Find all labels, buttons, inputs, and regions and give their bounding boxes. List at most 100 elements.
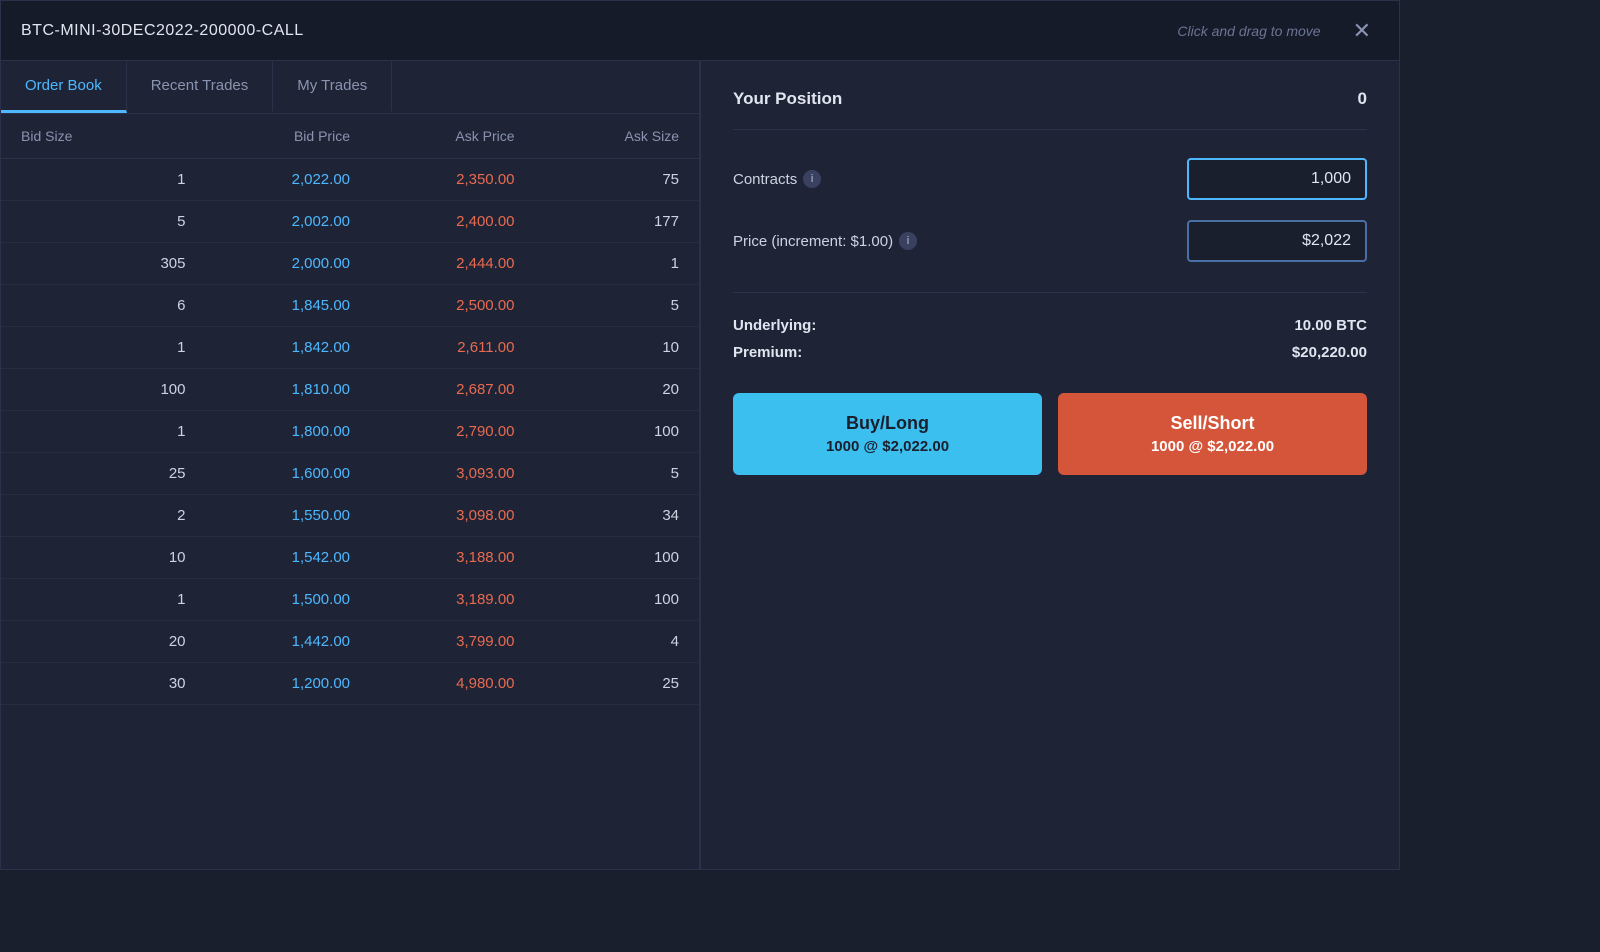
table-row[interactable]: 6 1,845.00 2,500.00 5 bbox=[1, 285, 699, 327]
tab-recent-trades[interactable]: Recent Trades bbox=[127, 61, 274, 113]
sell-button-label-sub: 1000 @ $2,022.00 bbox=[1074, 436, 1351, 457]
order-book-header: Bid Size Bid Price Ask Price Ask Size bbox=[1, 114, 699, 159]
buy-button-label-main: Buy/Long bbox=[749, 411, 1026, 436]
underlying-label: Underlying: bbox=[733, 317, 816, 334]
action-buttons: Buy/Long 1000 @ $2,022.00 Sell/Short 100… bbox=[733, 393, 1367, 475]
contracts-label: Contracts i bbox=[733, 170, 821, 188]
bid-price-cell: 2,022.00 bbox=[186, 171, 351, 188]
ask-price-cell: 3,098.00 bbox=[350, 507, 515, 524]
bid-price-cell: 1,500.00 bbox=[186, 591, 351, 608]
right-panel: Your Position 0 Contracts i Price (incre… bbox=[701, 61, 1399, 869]
position-label: Your Position bbox=[733, 89, 842, 109]
ask-price-cell: 4,980.00 bbox=[350, 675, 515, 692]
bid-price-cell: 1,810.00 bbox=[186, 381, 351, 398]
drag-hint: Click and drag to move bbox=[1177, 23, 1320, 39]
table-row[interactable]: 5 2,002.00 2,400.00 177 bbox=[1, 201, 699, 243]
contracts-info-icon[interactable]: i bbox=[803, 170, 821, 188]
premium-label: Premium: bbox=[733, 344, 802, 361]
bid-size-cell: 30 bbox=[21, 675, 186, 692]
header-bid-price: Bid Price bbox=[186, 128, 351, 144]
contracts-input[interactable] bbox=[1187, 158, 1367, 200]
bid-price-cell: 1,550.00 bbox=[186, 507, 351, 524]
underlying-value: 10.00 BTC bbox=[1294, 317, 1367, 334]
ask-size-cell: 75 bbox=[515, 171, 680, 188]
ask-size-cell: 4 bbox=[515, 633, 680, 650]
header-ask-price: Ask Price bbox=[350, 128, 515, 144]
table-row[interactable]: 2 1,550.00 3,098.00 34 bbox=[1, 495, 699, 537]
position-row: Your Position 0 bbox=[733, 89, 1367, 109]
ask-price-cell: 3,799.00 bbox=[350, 633, 515, 650]
table-row[interactable]: 20 1,442.00 3,799.00 4 bbox=[1, 621, 699, 663]
table-row[interactable]: 25 1,600.00 3,093.00 5 bbox=[1, 453, 699, 495]
main-window: BTC-MINI-30DEC2022-200000-CALL Click and… bbox=[0, 0, 1400, 870]
contracts-row: Contracts i bbox=[733, 158, 1367, 200]
tabs-bar: Order Book Recent Trades My Trades bbox=[1, 61, 699, 114]
bid-price-cell: 2,000.00 bbox=[186, 255, 351, 272]
divider-2 bbox=[733, 292, 1367, 293]
titlebar-right: Click and drag to move ✕ bbox=[1177, 16, 1379, 46]
sell-button-label-main: Sell/Short bbox=[1074, 411, 1351, 436]
bid-price-cell: 1,442.00 bbox=[186, 633, 351, 650]
bid-price-cell: 1,200.00 bbox=[186, 675, 351, 692]
buy-long-button[interactable]: Buy/Long 1000 @ $2,022.00 bbox=[733, 393, 1042, 475]
order-book-rows: 1 2,022.00 2,350.00 75 5 2,002.00 2,400.… bbox=[1, 159, 699, 705]
bid-size-cell: 5 bbox=[21, 213, 186, 230]
ask-size-cell: 177 bbox=[515, 213, 680, 230]
ask-price-cell: 2,400.00 bbox=[350, 213, 515, 230]
buy-button-label-sub: 1000 @ $2,022.00 bbox=[749, 436, 1026, 457]
header-ask-size: Ask Size bbox=[515, 128, 680, 144]
ask-size-cell: 5 bbox=[515, 297, 680, 314]
ask-size-cell: 100 bbox=[515, 591, 680, 608]
price-row: Price (increment: $1.00) i bbox=[733, 220, 1367, 262]
bid-size-cell: 10 bbox=[21, 549, 186, 566]
bid-size-cell: 20 bbox=[21, 633, 186, 650]
table-row[interactable]: 1 1,842.00 2,611.00 10 bbox=[1, 327, 699, 369]
ask-price-cell: 2,500.00 bbox=[350, 297, 515, 314]
tab-my-trades[interactable]: My Trades bbox=[273, 61, 392, 113]
bid-size-cell: 25 bbox=[21, 465, 186, 482]
main-layout: Order Book Recent Trades My Trades Bid S… bbox=[1, 61, 1399, 869]
ask-size-cell: 1 bbox=[515, 255, 680, 272]
ask-size-cell: 25 bbox=[515, 675, 680, 692]
order-book-panel: Bid Size Bid Price Ask Price Ask Size 1 … bbox=[1, 114, 699, 869]
table-row[interactable]: 30 1,200.00 4,980.00 25 bbox=[1, 663, 699, 705]
table-row[interactable]: 10 1,542.00 3,188.00 100 bbox=[1, 537, 699, 579]
bid-price-cell: 2,002.00 bbox=[186, 213, 351, 230]
tab-order-book[interactable]: Order Book bbox=[1, 61, 127, 113]
table-row[interactable]: 1 1,800.00 2,790.00 100 bbox=[1, 411, 699, 453]
ask-price-cell: 2,790.00 bbox=[350, 423, 515, 440]
ask-price-cell: 3,093.00 bbox=[350, 465, 515, 482]
ask-size-cell: 100 bbox=[515, 549, 680, 566]
bid-size-cell: 1 bbox=[21, 591, 186, 608]
price-input[interactable] bbox=[1187, 220, 1367, 262]
table-row[interactable]: 1 2,022.00 2,350.00 75 bbox=[1, 159, 699, 201]
divider-1 bbox=[733, 129, 1367, 130]
ask-price-cell: 2,444.00 bbox=[350, 255, 515, 272]
position-value: 0 bbox=[1358, 89, 1367, 109]
bid-price-cell: 1,842.00 bbox=[186, 339, 351, 356]
price-info-icon[interactable]: i bbox=[899, 232, 917, 250]
table-row[interactable]: 100 1,810.00 2,687.00 20 bbox=[1, 369, 699, 411]
header-bid-size: Bid Size bbox=[21, 128, 186, 144]
table-row[interactable]: 305 2,000.00 2,444.00 1 bbox=[1, 243, 699, 285]
ask-size-cell: 20 bbox=[515, 381, 680, 398]
ask-price-cell: 2,350.00 bbox=[350, 171, 515, 188]
ask-price-cell: 2,611.00 bbox=[350, 339, 515, 356]
ask-size-cell: 100 bbox=[515, 423, 680, 440]
bid-price-cell: 1,845.00 bbox=[186, 297, 351, 314]
bid-size-cell: 100 bbox=[21, 381, 186, 398]
ask-size-cell: 10 bbox=[515, 339, 680, 356]
ask-price-cell: 2,687.00 bbox=[350, 381, 515, 398]
bid-size-cell: 6 bbox=[21, 297, 186, 314]
premium-value: $20,220.00 bbox=[1292, 344, 1367, 361]
bid-size-cell: 1 bbox=[21, 423, 186, 440]
bid-size-cell: 1 bbox=[21, 339, 186, 356]
bid-size-cell: 1 bbox=[21, 171, 186, 188]
bid-size-cell: 305 bbox=[21, 255, 186, 272]
premium-row: Premium: $20,220.00 bbox=[733, 344, 1367, 361]
sell-short-button[interactable]: Sell/Short 1000 @ $2,022.00 bbox=[1058, 393, 1367, 475]
table-row[interactable]: 1 1,500.00 3,189.00 100 bbox=[1, 579, 699, 621]
close-button[interactable]: ✕ bbox=[1345, 16, 1379, 46]
bid-size-cell: 2 bbox=[21, 507, 186, 524]
titlebar: BTC-MINI-30DEC2022-200000-CALL Click and… bbox=[1, 1, 1399, 61]
